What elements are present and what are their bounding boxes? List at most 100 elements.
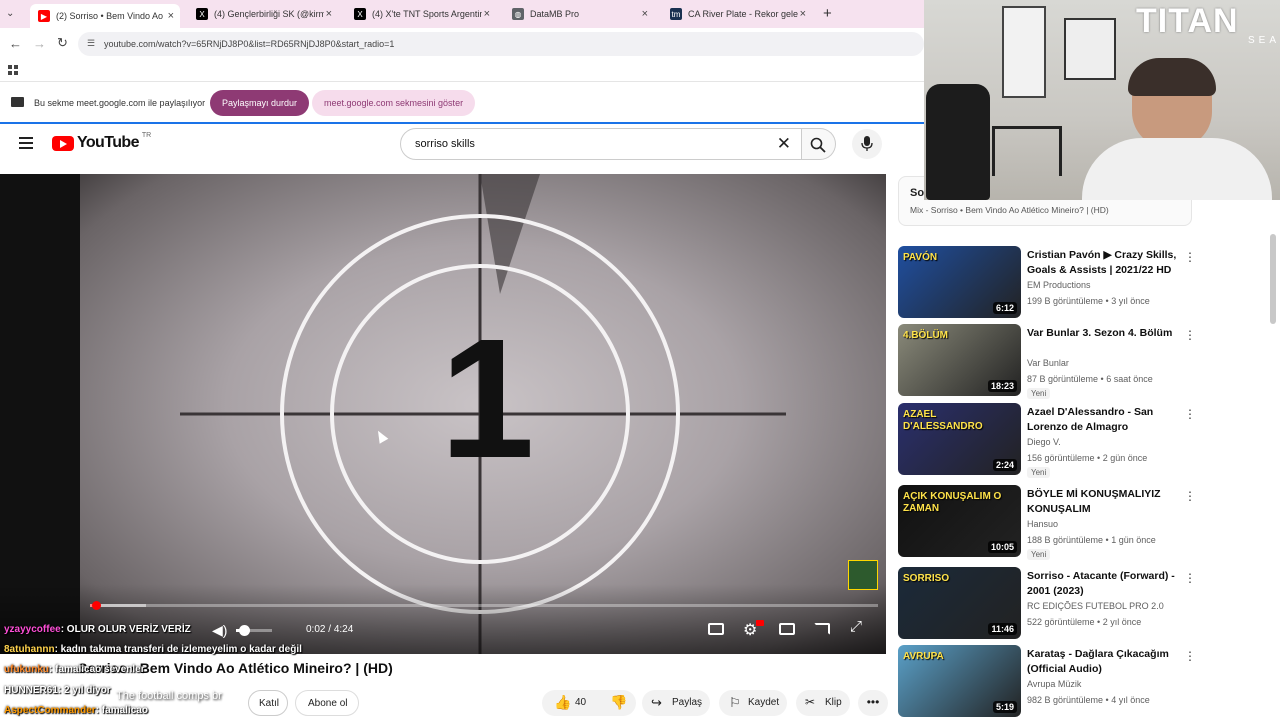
tab-sharing-bar: Bu sekme meet.google.com ile paylaşılıyo…	[0, 86, 924, 120]
more-options-icon[interactable]: ⋮	[1184, 489, 1196, 503]
youtube-logo[interactable]: YouTube TR	[52, 132, 151, 152]
miniplayer-icon[interactable]	[779, 623, 795, 635]
apps-grid-icon[interactable]	[8, 64, 18, 75]
search-box[interactable]: sorriso skills ✕	[400, 128, 802, 160]
video-thumbnail[interactable]: AVRUPA 5:19	[898, 645, 1021, 717]
volume-slider[interactable]	[236, 625, 272, 636]
video-thumbnail[interactable]: AZAEL D'ALESSANDRO 2:24	[898, 403, 1021, 475]
share-icon: ↪	[651, 695, 662, 710]
related-video-item[interactable]: SORRISO 11:46 Sorriso - Atacante (Forward)…	[898, 567, 1198, 641]
join-button[interactable]: Katıl	[248, 690, 288, 716]
fullscreen-icon[interactable]: ⤢	[850, 618, 862, 635]
close-tab-icon[interactable]: ×	[484, 8, 490, 20]
save-button[interactable]: ⚐ Kaydet	[719, 690, 787, 716]
related-video-title[interactable]: Sorriso - Atacante (Forward) - 2001 (202…	[1027, 569, 1185, 599]
related-video-title[interactable]: Azael D'Alessandro - San Lorenzo de Alma…	[1027, 405, 1185, 435]
chat-text: : kadın takıma transferi de izlemeyelim …	[54, 644, 302, 655]
address-bar[interactable]: ☰ youtube.com/watch?v=65RNjDJ8P0&list=RD…	[78, 32, 924, 56]
related-video-channel[interactable]: EM Productions	[1027, 280, 1091, 290]
video-player[interactable]: 1 ◀) 0:02 / 4:24 ⚙ ⤢	[0, 174, 886, 654]
reload-icon[interactable]: ↻	[57, 35, 68, 51]
youtube-logo-text: YouTube	[77, 134, 139, 151]
more-options-icon[interactable]: ⋮	[1184, 571, 1196, 585]
more-options-icon[interactable]: ⋮	[1184, 649, 1196, 663]
site-info-icon[interactable]: ☰	[87, 38, 95, 49]
browser-tab[interactable]: tm CA River Plate - Rekor gelenler |×	[662, 4, 812, 24]
youtube-page: YouTube TR sorriso skills ✕ 1 ◀) 0:02 / …	[0, 122, 1280, 720]
more-options-icon[interactable]: ⋮	[1184, 250, 1196, 264]
dislike-icon[interactable]: 👎	[610, 694, 627, 711]
subscribe-button[interactable]: Abone ol	[295, 690, 359, 716]
search-input[interactable]: sorriso skills	[415, 138, 475, 150]
cast-icon[interactable]	[814, 623, 830, 635]
video-duration: 2:24	[992, 459, 1017, 471]
video-thumbnail[interactable]: PAVÓN 6:12	[898, 246, 1021, 318]
clear-search-icon[interactable]: ✕	[777, 134, 791, 154]
video-duration: 18:23	[987, 380, 1017, 392]
browser-tab[interactable]: X (4) Gençlerbirliği SK (@kirmizik×	[188, 4, 338, 24]
browser-tab[interactable]: ◍ DataMB Pro ×	[504, 4, 654, 24]
related-video-channel[interactable]: Var Bunlar	[1027, 358, 1069, 368]
thumbnail-caption: SORRISO	[903, 573, 950, 584]
related-video-channel[interactable]: RC EDIÇÕES FUTEBOL PRO 2.0	[1027, 601, 1164, 611]
related-video-meta: 87 B görüntüleme • 6 saat önce	[1027, 374, 1153, 384]
related-video-title[interactable]: Var Bunlar 3. Sezon 4. Bölüm	[1027, 326, 1185, 341]
thumbnail-caption: PAVÓN	[903, 252, 938, 263]
related-video-item[interactable]: AVRUPA 5:19 Karataş - Dağlara Çıkacağım (O…	[898, 645, 1198, 719]
bookmarks-bar	[0, 60, 924, 82]
browser-tab-title: DataMB Pro	[530, 9, 580, 19]
time-total: 4:24	[333, 624, 354, 635]
progress-bar[interactable]	[90, 601, 878, 610]
related-video-item[interactable]: PAVÓN 6:12 Cristian Pavón ▶ Crazy Skills, …	[898, 246, 1198, 320]
channel-watermark[interactable]	[848, 560, 878, 590]
video-thumbnail[interactable]: AÇIK KONUŞALIM O ZAMAN 10:05	[898, 485, 1021, 557]
more-actions-button[interactable]: •••	[858, 690, 888, 716]
page-scrollbar[interactable]	[1270, 234, 1276, 324]
tab-search-icon[interactable]: ⌄	[6, 8, 14, 19]
related-video-item[interactable]: AÇIK KONUŞALIM O ZAMAN 10:05 BÖYLE Mİ KONU…	[898, 485, 1198, 560]
related-video-title[interactable]: BÖYLE Mİ KONUŞMALIYIZ KONUŞALIM	[1027, 487, 1185, 517]
video-duration: 11:46	[988, 623, 1017, 635]
related-video-item[interactable]: AZAEL D'ALESSANDRO 2:24 Azael D'Alessandro…	[898, 403, 1198, 478]
more-options-icon[interactable]: ⋮	[1184, 328, 1196, 342]
close-tab-icon[interactable]: ×	[642, 8, 648, 20]
video-thumbnail[interactable]: SORRISO 11:46	[898, 567, 1021, 639]
close-tab-icon[interactable]: ×	[168, 10, 174, 22]
chat-message: HUNNER61: 2 yıl diyor	[4, 685, 111, 696]
close-tab-icon[interactable]: ×	[800, 8, 806, 20]
close-tab-icon[interactable]: ×	[326, 8, 332, 20]
more-options-icon[interactable]: ⋮	[1184, 407, 1196, 421]
clip-button[interactable]: ✂ Klip	[796, 690, 850, 716]
new-tab-icon[interactable]: +	[823, 5, 832, 22]
new-badge: Yeni	[1027, 388, 1051, 399]
forward-icon[interactable]: →	[33, 36, 46, 51]
subtitles-icon[interactable]	[708, 623, 724, 635]
browser-tab[interactable]: ▶ (2) Sorriso • Bem Vindo Ao ×	[30, 4, 180, 28]
related-video-channel[interactable]: Avrupa Müzik	[1027, 679, 1081, 689]
related-video-meta: 982 B görüntüleme • 4 yıl önce	[1027, 695, 1150, 705]
screen-share-icon	[11, 97, 24, 107]
related-video-title[interactable]: Karataş - Dağlara Çıkacağım (Official Au…	[1027, 647, 1185, 677]
volume-icon[interactable]: ◀)	[212, 622, 227, 639]
share-status-text: Bu sekme meet.google.com ile paylaşılıyo…	[34, 98, 206, 108]
stop-sharing-button[interactable]: Paylaşmayı durdur	[210, 90, 310, 116]
related-video-item[interactable]: 4.BÖLÜM 18:23 Var Bunlar 3. Sezon 4. Bölüm…	[898, 324, 1198, 399]
menu-icon[interactable]	[19, 137, 33, 149]
chat-username: AspectCommander	[4, 705, 96, 716]
like-icon[interactable]: 👍	[554, 694, 571, 711]
related-video-meta: 199 B görüntüleme • 3 yıl önce	[1027, 296, 1150, 306]
back-icon[interactable]: ←	[9, 36, 22, 51]
switch-tab-button[interactable]: meet.google.com sekmesini göster	[312, 90, 476, 116]
related-video-channel[interactable]: Hansuo	[1027, 519, 1058, 529]
browser-tab[interactable]: X (4) X'te TNT Sports Argentina: "×	[346, 4, 496, 24]
x-icon: X	[354, 8, 366, 20]
search-button[interactable]	[802, 128, 836, 160]
volume-knob[interactable]	[239, 625, 250, 636]
video-thumbnail[interactable]: 4.BÖLÜM 18:23	[898, 324, 1021, 396]
share-button[interactable]: ↪ Paylaş	[642, 690, 710, 716]
address-row: ← → ↻ ☰ youtube.com/watch?v=65RNjDJ8P0&l…	[0, 28, 924, 60]
voice-search-button[interactable]	[852, 129, 882, 159]
related-video-title[interactable]: Cristian Pavón ▶ Crazy Skills, Goals & A…	[1027, 248, 1185, 278]
related-video-channel[interactable]: Diego V.	[1027, 437, 1061, 447]
hd-badge	[756, 620, 764, 626]
